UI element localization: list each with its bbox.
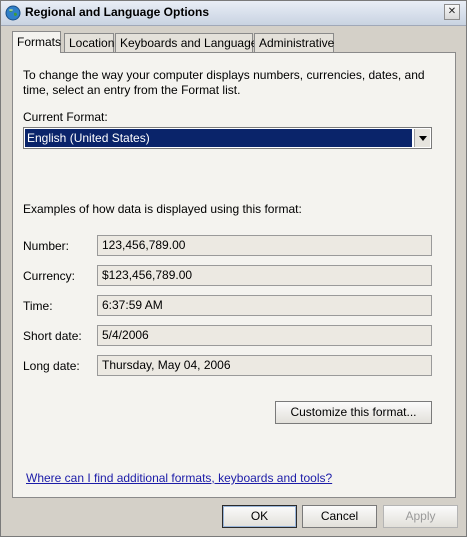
dropdown-arrow-icon[interactable] [414, 129, 430, 147]
customize-format-button[interactable]: Customize this format... [275, 401, 432, 424]
regional-options-dialog: Regional and Language Options ✕ Formats … [0, 0, 467, 537]
cancel-button[interactable]: Cancel [302, 505, 377, 528]
long-date-value-field: Thursday, May 04, 2006 [97, 355, 432, 376]
close-icon[interactable]: ✕ [444, 4, 460, 20]
tab-administrative[interactable]: Administrative [254, 33, 334, 52]
intro-text: To change the way your computer displays… [23, 68, 425, 97]
time-label: Time: [23, 299, 53, 313]
current-format-value: English (United States) [25, 129, 412, 147]
current-format-label: Current Format: [23, 110, 108, 124]
number-value-field: 123,456,789.00 [97, 235, 432, 256]
formats-panel: To change the way your computer displays… [12, 52, 456, 498]
current-format-dropdown[interactable]: English (United States) [23, 127, 432, 149]
window-title: Regional and Language Options [25, 5, 210, 19]
time-value-field: 6:37:59 AM [97, 295, 432, 316]
short-date-label: Short date: [23, 329, 82, 343]
number-label: Number: [23, 239, 70, 253]
additional-formats-help-link[interactable]: Where can I find additional formats, key… [26, 471, 332, 485]
tab-location[interactable]: Location [64, 33, 114, 52]
globe-icon [5, 5, 21, 21]
currency-label: Currency: [23, 269, 76, 283]
ok-button[interactable]: OK [222, 505, 297, 528]
currency-value-field: $123,456,789.00 [97, 265, 432, 286]
examples-label: Examples of how data is displayed using … [23, 202, 302, 216]
apply-button: Apply [383, 505, 458, 528]
tab-keyboards-languages[interactable]: Keyboards and Languages [115, 33, 263, 52]
long-date-label: Long date: [23, 359, 80, 373]
title-bar: Regional and Language Options ✕ [1, 1, 466, 26]
tab-formats[interactable]: Formats [12, 31, 61, 53]
short-date-value-field: 5/4/2006 [97, 325, 432, 346]
